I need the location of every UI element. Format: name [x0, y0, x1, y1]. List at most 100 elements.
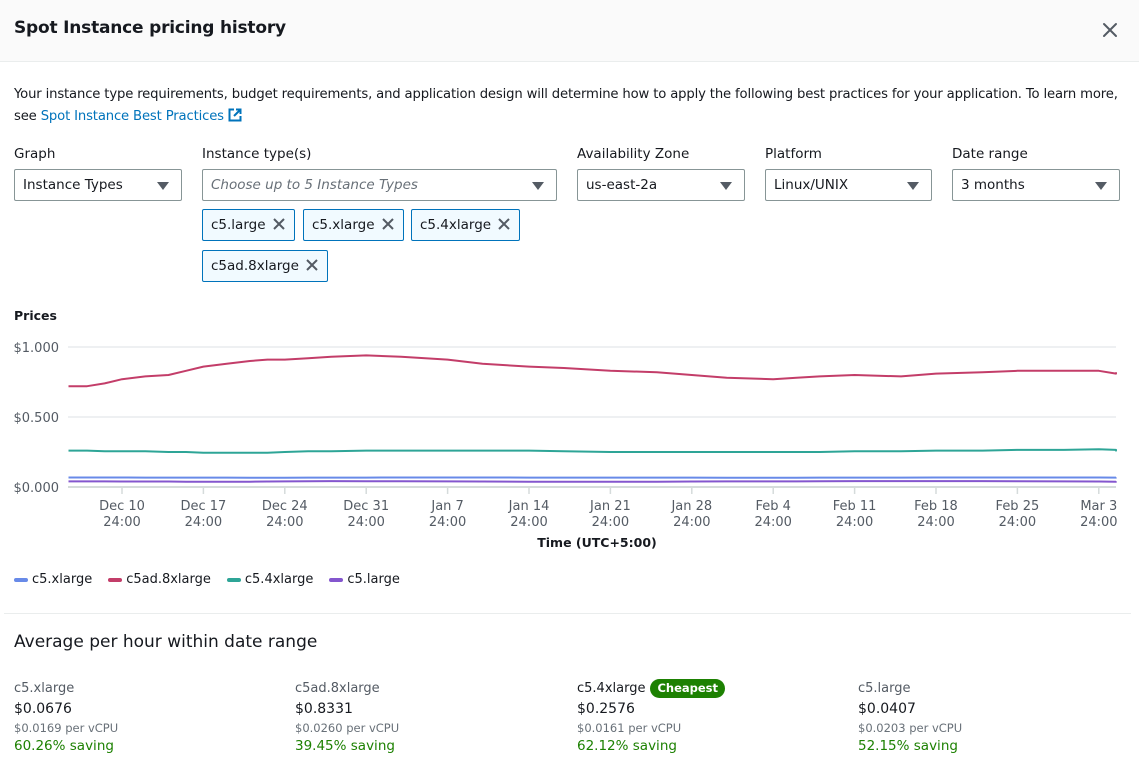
- x-tick-date: Dec 24: [262, 499, 308, 514]
- platform-select[interactable]: Linux/UNIX: [765, 169, 932, 201]
- stat-saving: 52.15% saving: [858, 738, 958, 754]
- x-tick-time: 24:00: [673, 515, 710, 530]
- caret-down-icon: [532, 182, 544, 190]
- price-chart: $0.000$0.500$1.000 Dec 1024:00Dec 1724:0…: [14, 341, 1118, 550]
- remove-token-icon[interactable]: [305, 258, 319, 272]
- legend-swatch: [108, 577, 123, 582]
- graph-select[interactable]: Instance Types: [14, 169, 182, 201]
- cheapest-badge: Cheapest: [650, 678, 726, 698]
- average-stat: c5ad.8xlarge $0.8331 $0.0260 per vCPU 39.45…: [295, 679, 565, 755]
- y-tick-label: $0.000: [14, 481, 60, 496]
- instance-types-select[interactable]: Choose up to 5 Instance Types: [202, 169, 557, 201]
- stat-saving: 39.45% saving: [295, 738, 395, 754]
- stat-instance-name: c5.large: [858, 679, 1128, 697]
- x-tick-time: 24:00: [592, 515, 629, 530]
- x-tick-date: Dec 31: [343, 499, 389, 514]
- stat-instance-name: c5ad.8xlarge: [295, 679, 565, 697]
- token-label: c5.xlarge: [312, 217, 375, 233]
- stat-saving: 62.12% saving: [577, 738, 677, 754]
- x-tick-time: 24:00: [917, 515, 954, 530]
- stat-name-text: c5.xlarge: [14, 680, 75, 696]
- stat-price: $0.2576: [577, 701, 635, 717]
- x-tick-time: 24:00: [185, 515, 222, 530]
- stat-price: $0.0407: [858, 701, 916, 717]
- stat-saving: 60.26% saving: [14, 738, 114, 754]
- section-divider: [4, 613, 1131, 614]
- availability-zone-select[interactable]: us-east-2a: [577, 169, 745, 201]
- stat-price: $0.0676: [14, 701, 72, 717]
- date-range-select[interactable]: 3 months: [952, 169, 1120, 201]
- x-tick-date: Feb 11: [833, 499, 877, 514]
- series-line-c5-large: [68, 480, 1117, 483]
- average-stat: c5.xlarge $0.0676 $0.0169 per vCPU 60.26% s…: [14, 679, 284, 755]
- series-line-c5-4xlarge: [68, 448, 1117, 454]
- token-instance-type: c5ad.8xlarge: [202, 250, 328, 282]
- caret-down-icon: [907, 182, 919, 190]
- x-tick-time: 24:00: [836, 515, 873, 530]
- x-tick-date: Feb 4: [755, 499, 790, 514]
- stat-per-vcpu: $0.0260 per vCPU: [295, 721, 400, 735]
- instance-types-label: Instance type(s): [202, 146, 312, 162]
- x-tick-date: Feb 18: [914, 499, 958, 514]
- stat-name-text: c5.4xlarge: [577, 680, 646, 696]
- graph-label: Graph: [14, 146, 56, 162]
- y-tick-label: $1.000: [14, 341, 60, 356]
- x-tick-time: 24:00: [510, 515, 547, 530]
- caret-down-icon: [1095, 182, 1107, 190]
- legend-item[interactable]: c5.large: [329, 572, 400, 587]
- x-axis-title: Time (UTC+5:00): [537, 535, 657, 550]
- stat-name-text: c5.large: [858, 680, 911, 696]
- legend-swatch: [329, 577, 344, 582]
- x-tick-date: Jan 28: [670, 499, 712, 514]
- x-tick-time: 24:00: [754, 515, 791, 530]
- external-link-icon: [228, 108, 242, 122]
- chart-legend: c5.xlarge c5ad.8xlarge c5.4xlarge c5.large: [14, 572, 416, 587]
- caret-down-icon: [157, 182, 169, 190]
- remove-token-icon[interactable]: [272, 217, 286, 231]
- chart-title: Prices: [14, 308, 57, 323]
- intro-text: Your instance type requirements, budget …: [14, 84, 1124, 128]
- modal-header: Spot Instance pricing history: [0, 0, 1139, 62]
- token-label: c5ad.8xlarge: [211, 258, 299, 274]
- x-tick-time: 24:00: [429, 515, 466, 530]
- best-practices-link[interactable]: Spot Instance Best Practices: [40, 108, 242, 124]
- x-tick-date: Dec 10: [99, 499, 145, 514]
- x-tick-date: Dec 17: [180, 499, 226, 514]
- remove-token-icon[interactable]: [381, 217, 395, 231]
- availability-zone-label: Availability Zone: [577, 146, 690, 162]
- close-button[interactable]: [1099, 19, 1121, 41]
- x-tick-date: Jan 21: [589, 499, 631, 514]
- close-icon: [1103, 23, 1117, 37]
- legend-label: c5.large: [347, 572, 400, 587]
- token-instance-type: c5.xlarge: [303, 209, 404, 241]
- availability-zone-value: us-east-2a: [586, 177, 658, 193]
- stat-per-vcpu: $0.0203 per vCPU: [858, 721, 963, 735]
- stat-price: $0.8331: [295, 701, 353, 717]
- stat-instance-name: c5.4xlarge Cheapest: [577, 678, 847, 698]
- stat-instance-name: c5.xlarge: [14, 679, 284, 697]
- remove-token-icon[interactable]: [497, 217, 511, 231]
- token-label: c5.large: [211, 217, 266, 233]
- graph-select-value: Instance Types: [23, 177, 123, 193]
- token-label: c5.4xlarge: [420, 217, 492, 233]
- date-range-value: 3 months: [961, 177, 1025, 193]
- legend-item[interactable]: c5.4xlarge: [226, 572, 314, 587]
- legend-swatch: [226, 577, 241, 582]
- legend-item[interactable]: c5ad.8xlarge: [108, 572, 211, 587]
- average-stat: c5.large $0.0407 $0.0203 per vCPU 52.15% sa…: [858, 679, 1128, 755]
- x-tick-date: Feb 25: [996, 499, 1040, 514]
- x-tick-date: Jan 14: [508, 499, 550, 514]
- legend-label: c5ad.8xlarge: [126, 572, 211, 587]
- best-practices-link-label: Spot Instance Best Practices: [40, 109, 224, 124]
- token-instance-type: c5.large: [202, 209, 295, 241]
- caret-down-icon: [720, 182, 732, 190]
- x-tick-date: Jan 7: [430, 499, 463, 514]
- y-tick-label: $0.500: [14, 411, 60, 426]
- legend-label: c5.4xlarge: [244, 572, 314, 587]
- x-tick-date: Mar 3: [1080, 499, 1117, 514]
- instance-types-placeholder: Choose up to 5 Instance Types: [211, 177, 418, 193]
- date-range-label: Date range: [952, 146, 1028, 162]
- platform-value: Linux/UNIX: [774, 177, 849, 193]
- legend-item[interactable]: c5.xlarge: [14, 572, 92, 587]
- series-line-c5ad-8xlarge: [68, 354, 1117, 388]
